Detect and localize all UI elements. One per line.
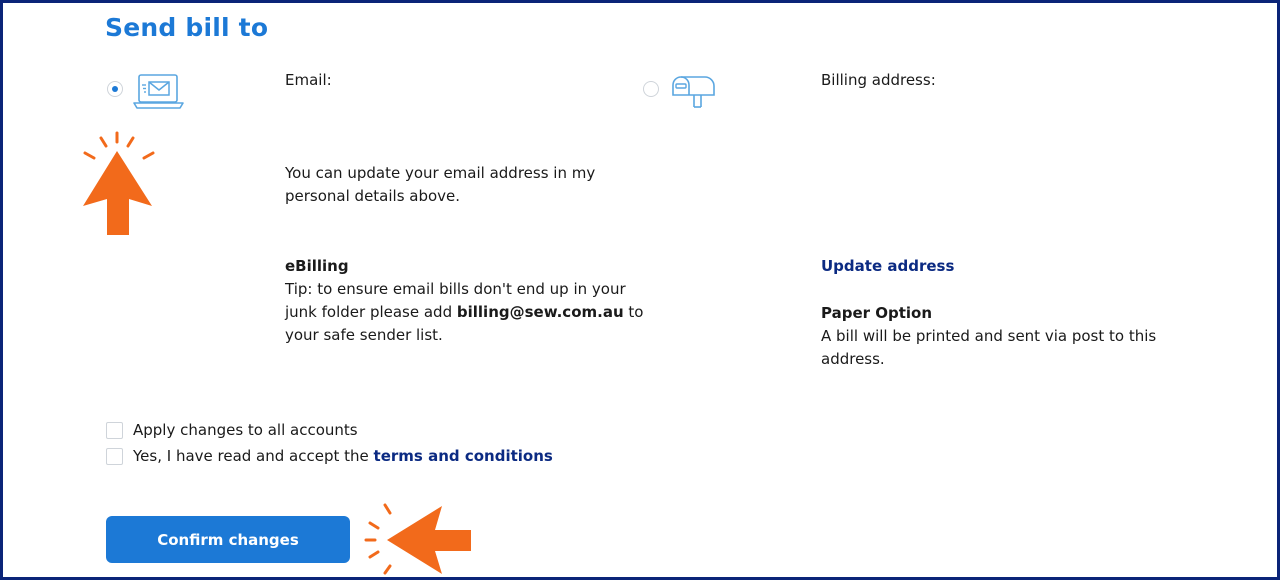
page-title: Send bill to <box>105 13 269 42</box>
update-address-link[interactable]: Update address <box>821 255 954 278</box>
paper-option-text: A bill will be printed and sent via post… <box>821 327 1157 368</box>
apply-all-row: Apply changes to all accounts <box>106 421 358 439</box>
safe-sender-email: billing@sew.com.au <box>456 303 624 321</box>
ebilling-heading: eBilling <box>285 257 349 275</box>
arrow-left-icon <box>364 503 471 575</box>
email-update-note: You can update your email address in my … <box>285 164 596 205</box>
paper-option-info: Paper Option A bill will be printed and … <box>821 302 1181 371</box>
arrow-up-icon <box>83 131 155 235</box>
mailbox-icon <box>672 76 715 108</box>
apply-all-checkbox[interactable] <box>106 421 123 439</box>
terms-row: Yes, I have read and accept the terms an… <box>106 447 553 465</box>
confirm-changes-button[interactable]: Confirm changes <box>106 516 350 563</box>
email-label: Email: <box>285 71 332 89</box>
laptop-envelope-icon <box>133 74 184 109</box>
terms-checkbox[interactable] <box>106 447 123 465</box>
terms-label: Yes, I have read and accept the <box>133 447 369 465</box>
post-radio[interactable] <box>643 81 659 97</box>
email-radio[interactable] <box>107 81 123 97</box>
billing-address-label: Billing address: <box>821 71 936 89</box>
paper-option-heading: Paper Option <box>821 304 933 322</box>
apply-all-label: Apply changes to all accounts <box>133 421 358 439</box>
terms-link[interactable]: terms and conditions <box>374 447 553 465</box>
screenshot-frame: Send bill to Email: You can update your … <box>0 0 1280 580</box>
ebilling-info: eBilling Tip: to ensure email bills don'… <box>285 255 645 347</box>
